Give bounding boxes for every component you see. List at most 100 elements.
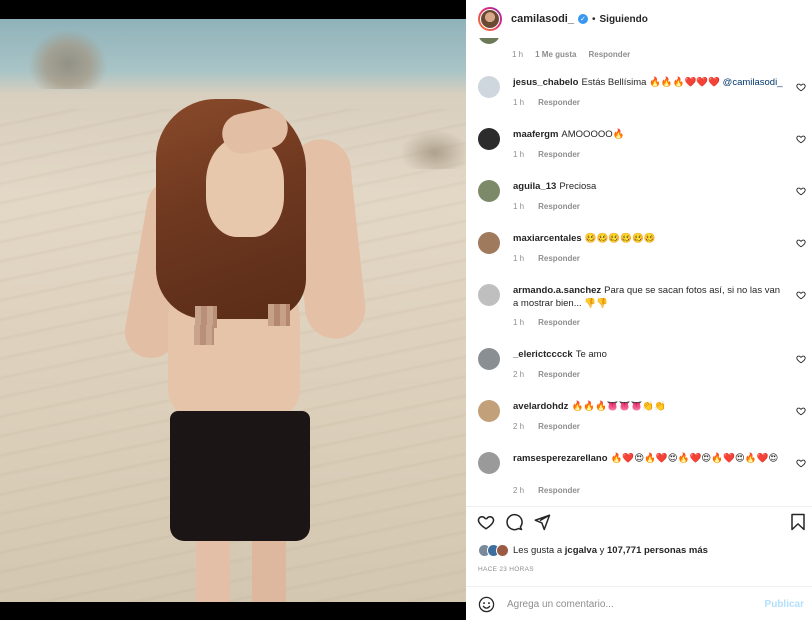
comment-body: _elerictcccck Te amo (513, 349, 783, 362)
post-photo[interactable] (0, 19, 466, 602)
comment-text: AMOOOOO🔥 (561, 129, 625, 140)
comment-meta: 2 h Responder (513, 486, 594, 495)
commenter-username[interactable]: maafergm (513, 129, 558, 140)
reply-button[interactable]: Responder (538, 370, 580, 379)
comment-time[interactable]: 1 h (513, 254, 524, 263)
comment-body: maafergm AMOOOOO🔥 (513, 129, 783, 142)
mention-link[interactable]: @camilasodi_ (723, 77, 783, 88)
comment-like-icon[interactable] (796, 458, 806, 468)
censor-pixel (194, 325, 214, 345)
post-side-panel: camilasodi_ ✓ • Siguiendo 1 h 1 Me gusta… (466, 0, 812, 620)
comment-body: armando.a.sanchez Para que se sacan fotos… (513, 285, 783, 310)
divider (466, 506, 812, 507)
comments-list[interactable]: 1 h 1 Me gusta Responder jesus_chabelo Es… (466, 38, 812, 508)
comment-like-icon[interactable] (796, 186, 806, 196)
commenter-avatar[interactable] (478, 348, 500, 370)
commenter-avatar[interactable] (478, 76, 500, 98)
comment-composer: Publicar (466, 588, 812, 620)
comment-meta: 1 h Responder (513, 254, 594, 263)
follow-status-button[interactable]: Siguiendo (600, 14, 648, 25)
author-avatar[interactable] (478, 7, 502, 31)
comment-text: Estás Bellísima 🔥🔥🔥❤️❤️❤️ (581, 77, 723, 88)
action-bar (466, 512, 812, 536)
reply-button[interactable]: Responder (538, 422, 580, 431)
comment-icon[interactable] (504, 512, 524, 532)
comment-time[interactable]: 2 h (513, 486, 524, 495)
likes-summary: Les gusta a jcgalva y 107,771 personas m… (478, 544, 708, 557)
comment-body: maxiarcentales 🥴🥴🥴🥴🥴🥴 (513, 233, 783, 246)
comment-text: Preciosa (559, 181, 597, 192)
commenter-username[interactable]: armando.a.sanchez (513, 285, 601, 296)
commenter-avatar[interactable] (478, 400, 500, 422)
commenter-avatar[interactable] (478, 284, 500, 306)
likes-user-link[interactable]: jcgalva (565, 545, 597, 556)
comment-meta: 1 h Responder (513, 202, 594, 211)
comment-text: Te amo (575, 349, 607, 360)
heart-icon[interactable] (476, 512, 496, 532)
reply-button[interactable]: Responder (538, 486, 580, 495)
commenter-username[interactable]: maxiarcentales (513, 233, 582, 244)
verified-badge-icon: ✓ (577, 14, 588, 24)
comment-body: ramsesperezarellano 🔥❤️😍🔥❤️😍🔥❤️😍🔥❤️😍🔥❤️😍 (513, 453, 783, 466)
comment-like-icon[interactable] (796, 82, 806, 92)
reply-button[interactable]: Responder (588, 50, 630, 59)
commenter-username[interactable]: ramsesperezarellano (513, 453, 608, 464)
comment-body: jesus_chabelo Estás Bellísima 🔥🔥🔥❤️❤️❤️ @… (513, 77, 783, 90)
comment-like-count[interactable]: 1 Me gusta (535, 50, 576, 59)
commenter-avatar[interactable] (478, 452, 500, 474)
comment-meta: 1 h Responder (513, 150, 594, 159)
comment-meta: 2 h Responder (513, 370, 594, 379)
comment-time[interactable]: 1 h (513, 150, 524, 159)
post-timestamp[interactable]: HACE 23 HORAS (478, 566, 534, 573)
comment-like-icon[interactable] (796, 290, 806, 300)
comment-body: avelardohdz 🔥🔥🔥👅👅👅👏👏 (513, 401, 783, 414)
reply-button[interactable]: Responder (538, 202, 580, 211)
comment-like-icon[interactable] (796, 406, 806, 416)
author-username[interactable]: camilasodi_ (511, 13, 574, 25)
comment-meta: 1 h Responder (513, 98, 594, 107)
comment-time[interactable]: 1 h (513, 318, 524, 327)
commenter-avatar[interactable] (478, 232, 500, 254)
comment-like-icon[interactable] (796, 238, 806, 248)
comment-meta: 2 h Responder (513, 422, 594, 431)
comment-like-icon[interactable] (796, 134, 806, 144)
desert-bush (28, 29, 108, 89)
commenter-username[interactable]: jesus_chabelo (513, 77, 578, 88)
commenter-username[interactable]: _elerictcccck (513, 349, 573, 360)
comment-like-icon[interactable] (796, 354, 806, 364)
comment-time: 1 h (512, 50, 524, 59)
likes-count-link[interactable]: 107,771 personas más (607, 545, 708, 556)
comment-time[interactable]: 1 h (513, 202, 524, 211)
comment-time[interactable]: 2 h (513, 422, 524, 431)
commenter-username[interactable]: aguila_13 (513, 181, 556, 192)
likes-prefix: Les gusta a (513, 545, 563, 556)
commenter-avatar[interactable] (478, 180, 500, 202)
likes-conjunction: y (599, 545, 605, 556)
divider (466, 586, 812, 587)
comment-meta: 1 h 1 Me gusta Responder (512, 50, 642, 59)
comment-time[interactable]: 2 h (513, 370, 524, 379)
commenter-username[interactable]: avelardohdz (513, 401, 568, 412)
bookmark-icon[interactable] (788, 512, 808, 532)
reply-button[interactable]: Responder (538, 318, 580, 327)
avatar[interactable] (478, 38, 500, 44)
header-separator: • (591, 13, 596, 25)
avatar-image (480, 9, 500, 29)
comment-text: 🔥🔥🔥👅👅👅👏👏 (571, 401, 667, 412)
censor-pixel (268, 304, 290, 326)
avatar (496, 544, 509, 557)
post-comment-button[interactable]: Publicar (765, 599, 804, 610)
reply-button[interactable]: Responder (538, 254, 580, 263)
reply-button[interactable]: Responder (538, 150, 580, 159)
figure-shorts (170, 411, 310, 541)
likes-text[interactable]: Les gusta a jcgalva y 107,771 personas m… (513, 545, 708, 556)
commenter-avatar[interactable] (478, 128, 500, 150)
share-icon[interactable] (532, 512, 552, 532)
reply-button[interactable]: Responder (538, 98, 580, 107)
comment-input[interactable] (507, 598, 757, 610)
comment-text: 🥴🥴🥴🥴🥴🥴 (584, 233, 656, 244)
comment-time[interactable]: 1 h (513, 98, 524, 107)
emoji-icon[interactable] (478, 596, 495, 613)
comment-body: aguila_13 Preciosa (513, 181, 783, 194)
comment-meta: 1 h Responder (513, 318, 594, 327)
